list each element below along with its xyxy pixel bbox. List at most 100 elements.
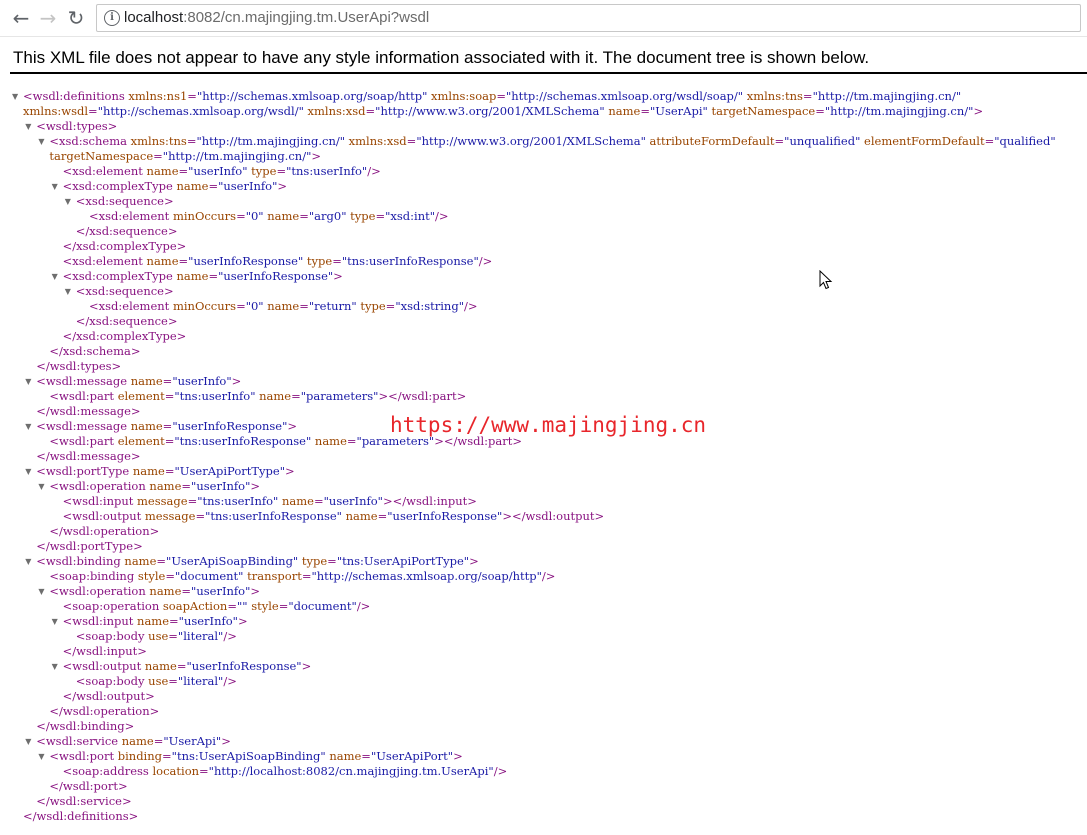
collapse-toggle-icon[interactable]: ▼ xyxy=(52,182,58,191)
collapse-toggle-icon[interactable]: ▼ xyxy=(38,482,44,491)
xml-tag-token: <xsd:element xyxy=(62,164,143,178)
address-bar[interactable]: i localhost:8082/cn.majingjing.tm.UserAp… xyxy=(96,4,1081,32)
xml-tag-token: </xsd:complexType> xyxy=(62,329,187,343)
reload-button[interactable]: ↻ xyxy=(64,6,88,30)
xml-attr-name: name xyxy=(146,254,179,268)
xml-line: <soap:body use="literal"/> xyxy=(76,629,237,644)
xml-tag-token: = xyxy=(984,134,995,148)
xml-line: <soap:body use="literal"/> xyxy=(76,674,237,689)
xml-tag-token: </wsdl:service> xyxy=(36,794,132,808)
xml-tag-token: <wsdl:operation xyxy=(49,584,146,598)
xml-attr-name: xmlns:xsd xyxy=(307,104,366,118)
collapse-toggle-icon[interactable]: ▼ xyxy=(25,467,31,476)
xml-line: <wsdl:output message="tns:userInfoRespon… xyxy=(63,509,605,524)
xml-tag-token: <wsdl:portType xyxy=(36,464,130,478)
url-text[interactable]: localhost:8082/cn.majingjing.tm.UserApi?… xyxy=(124,9,429,26)
xml-attr-value: "userInfoResponse" xyxy=(172,419,288,433)
collapse-toggle-icon[interactable]: ▼ xyxy=(52,272,58,281)
collapse-toggle-icon[interactable]: ▼ xyxy=(25,737,31,746)
xml-tag-token: = xyxy=(375,209,386,223)
xml-tag-token: = xyxy=(195,509,206,523)
collapse-toggle-icon[interactable]: ▼ xyxy=(25,422,31,431)
xml-tag-token: = xyxy=(299,209,309,223)
xml-attr-value: "userInfo" xyxy=(191,584,251,598)
xml-tag-token: = xyxy=(176,659,187,673)
xml-line: </wsdl:port> xyxy=(49,779,127,794)
xml-attr-name: targetNamespace xyxy=(49,149,154,163)
forward-button[interactable]: → xyxy=(36,6,60,30)
xml-tag-token: </wsdl:definitions> xyxy=(23,809,139,823)
xml-attr-name: name xyxy=(329,749,362,763)
xml-attr-name: use xyxy=(148,674,169,688)
back-button[interactable]: ← xyxy=(9,6,33,30)
xml-line: </xsd:schema> xyxy=(49,344,140,359)
collapse-toggle-icon[interactable]: ▼ xyxy=(12,92,18,101)
xml-tag-token: /> xyxy=(478,254,493,268)
xml-line: <wsdl:part element="tns:userInfo" name="… xyxy=(49,389,466,404)
xml-tag-token: = xyxy=(332,254,342,268)
xml-attr-value: "http://schemas.xmlsoap.org/soap/http" xyxy=(311,569,542,583)
collapse-toggle-icon[interactable]: ▼ xyxy=(25,377,31,386)
xml-line: <xsd:element minOccurs="0" name="arg0" t… xyxy=(89,209,449,224)
xml-line: <xsd:element name="userInfoResponse" typ… xyxy=(63,254,493,269)
xml-tag-token: /> xyxy=(541,569,556,583)
xml-tag-token: <soap:binding xyxy=(49,569,135,583)
xml-attr-name: style xyxy=(137,569,166,583)
xml-attr-value: "http://tm.majingjing.cn/" xyxy=(196,134,346,148)
xml-line: <wsdl:operation name="userInfo"> xyxy=(49,584,260,599)
xml-tag-token: /> xyxy=(223,674,237,688)
xml-tag-token: = xyxy=(156,554,167,568)
collapse-toggle-icon[interactable]: ▼ xyxy=(52,662,58,671)
xml-tag-token: = xyxy=(291,389,301,403)
xml-tag-token: = xyxy=(181,584,192,598)
mouse-cursor-icon xyxy=(819,270,833,290)
xml-tag-token: = xyxy=(169,614,179,628)
xml-tag-token: > xyxy=(237,614,248,628)
xml-tag-token: = xyxy=(774,134,785,148)
xml-attr-value: "UserApi" xyxy=(163,734,222,748)
collapse-toggle-icon[interactable]: ▼ xyxy=(38,587,44,596)
watermark-text: https://www.majingjing.cn xyxy=(390,413,707,437)
xml-attr-name: name xyxy=(267,209,300,223)
xml-tag-token: <xsd:element xyxy=(62,254,143,268)
xml-attr-value: "http://schemas.xmlsoap.org/wsdl/soap/" xyxy=(505,89,744,103)
xml-tag-token: = xyxy=(208,269,219,283)
xml-attr-value: "http://tm.majingjing.cn/" xyxy=(812,89,962,103)
xml-tag-token: = xyxy=(187,89,197,103)
xml-attr-name: transport xyxy=(247,569,302,583)
xml-attr-value: "0" xyxy=(245,299,264,313)
xml-tag-token: > xyxy=(231,374,242,388)
xml-tag-token: = xyxy=(276,164,287,178)
xml-attr-value: "http://www.w3.org/2001/XMLSchema" xyxy=(416,134,646,148)
info-icon[interactable]: i xyxy=(104,10,120,26)
xml-line: </wsdl:operation> xyxy=(49,704,159,719)
xml-attr-value: "http://localhost:8082/cn.majingjing.tm.… xyxy=(208,764,494,778)
xml-tag-token: <wsdl:part xyxy=(49,389,115,403)
xml-attr-name: name xyxy=(149,479,182,493)
collapse-toggle-icon[interactable]: ▼ xyxy=(52,617,58,626)
xml-tag-token: = xyxy=(278,599,289,613)
xml-tag-token: <xsd:element xyxy=(89,299,170,313)
collapse-toggle-icon[interactable]: ▼ xyxy=(38,137,44,146)
xml-attr-value: "literal" xyxy=(177,629,224,643)
xml-tag-token: <soap:body xyxy=(75,629,145,643)
xml-attr-value: "UserApiSoapBinding" xyxy=(166,554,299,568)
xml-tag-token: <wsdl:output xyxy=(62,659,142,673)
xml-attr-name: name xyxy=(146,164,179,178)
xml-attr-name: name xyxy=(149,584,182,598)
collapse-toggle-icon[interactable]: ▼ xyxy=(25,122,31,131)
xml-line: </xsd:complexType> xyxy=(63,329,187,344)
xml-tag-token: </xsd:sequence> xyxy=(75,314,178,328)
xml-line: </wsdl:types> xyxy=(36,359,121,374)
xml-tag-token: = xyxy=(802,89,813,103)
collapse-toggle-icon[interactable]: ▼ xyxy=(38,752,44,761)
xml-attr-value: "0" xyxy=(245,209,264,223)
notice-divider xyxy=(10,72,1087,74)
xml-tag-token: <wsdl:service xyxy=(36,734,119,748)
xml-tag-token: <wsdl:output xyxy=(62,509,142,523)
xml-line: <wsdl:message name="userInfo"> xyxy=(36,374,241,389)
collapse-toggle-icon[interactable]: ▼ xyxy=(65,287,71,296)
collapse-toggle-icon[interactable]: ▼ xyxy=(65,197,71,206)
collapse-toggle-icon[interactable]: ▼ xyxy=(25,557,31,566)
xml-tag-token: > xyxy=(284,464,295,478)
